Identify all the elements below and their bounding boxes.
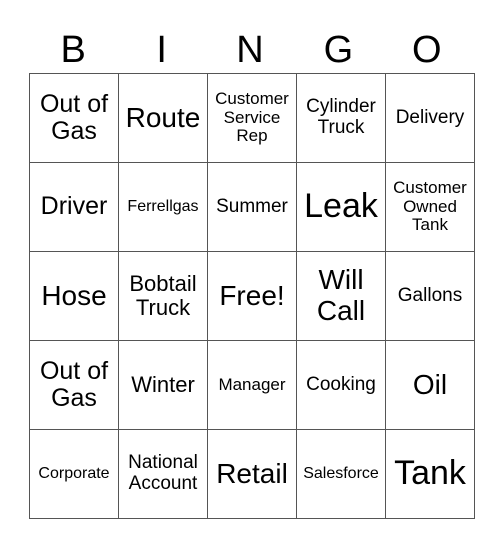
bingo-row: Out of Gas Winter Manager Cooking Oil: [29, 340, 475, 430]
bingo-cell[interactable]: Customer Owned Tank: [385, 162, 475, 252]
bingo-cell free-space[interactable]: Free!: [207, 251, 297, 341]
bingo-cell[interactable]: Route: [118, 73, 208, 163]
bingo-cell[interactable]: Hose: [29, 251, 119, 341]
header-letter-n: N: [236, 29, 264, 71]
bingo-row: Out of Gas Route Customer Service Rep Cy…: [29, 73, 475, 163]
bingo-cell[interactable]: Driver: [29, 162, 119, 252]
bingo-cell[interactable]: Retail: [207, 429, 297, 519]
bingo-cell[interactable]: Cooking: [296, 340, 386, 430]
bingo-cell[interactable]: Bobtail Truck: [118, 251, 208, 341]
bingo-cell[interactable]: Winter: [118, 340, 208, 430]
header-letter-i: I: [156, 29, 167, 71]
bingo-cell[interactable]: Out of Gas: [29, 73, 119, 163]
bingo-cell[interactable]: Salesforce: [296, 429, 386, 519]
bingo-cell[interactable]: Customer Service Rep: [207, 73, 297, 163]
bingo-cell[interactable]: Gallons: [385, 251, 475, 341]
bingo-cell[interactable]: Out of Gas: [29, 340, 119, 430]
bingo-cell[interactable]: Ferrellgas: [118, 162, 208, 252]
bingo-header: B I N G O: [29, 28, 471, 72]
bingo-cell[interactable]: Cylinder Truck: [296, 73, 386, 163]
bingo-cell[interactable]: Manager: [207, 340, 297, 430]
bingo-cell[interactable]: Summer: [207, 162, 297, 252]
bingo-cell[interactable]: Delivery: [385, 73, 475, 163]
bingo-row: Driver Ferrellgas Summer Leak Customer O…: [29, 162, 475, 252]
header-letter-o: O: [412, 29, 442, 71]
bingo-cell[interactable]: Corporate: [29, 429, 119, 519]
bingo-cell[interactable]: Will Call: [296, 251, 386, 341]
bingo-cell[interactable]: National Account: [118, 429, 208, 519]
bingo-cell[interactable]: Leak: [296, 162, 386, 252]
bingo-row: Hose Bobtail Truck Free! Will Call Gallo…: [29, 251, 475, 341]
bingo-cell[interactable]: Tank: [385, 429, 475, 519]
bingo-row: Corporate National Account Retail Salesf…: [29, 429, 475, 519]
bingo-cell[interactable]: Oil: [385, 340, 475, 430]
header-letter-g: G: [323, 29, 354, 71]
header-letter-b: B: [60, 29, 86, 71]
bingo-card: Out of Gas Route Customer Service Rep Cy…: [29, 73, 475, 519]
